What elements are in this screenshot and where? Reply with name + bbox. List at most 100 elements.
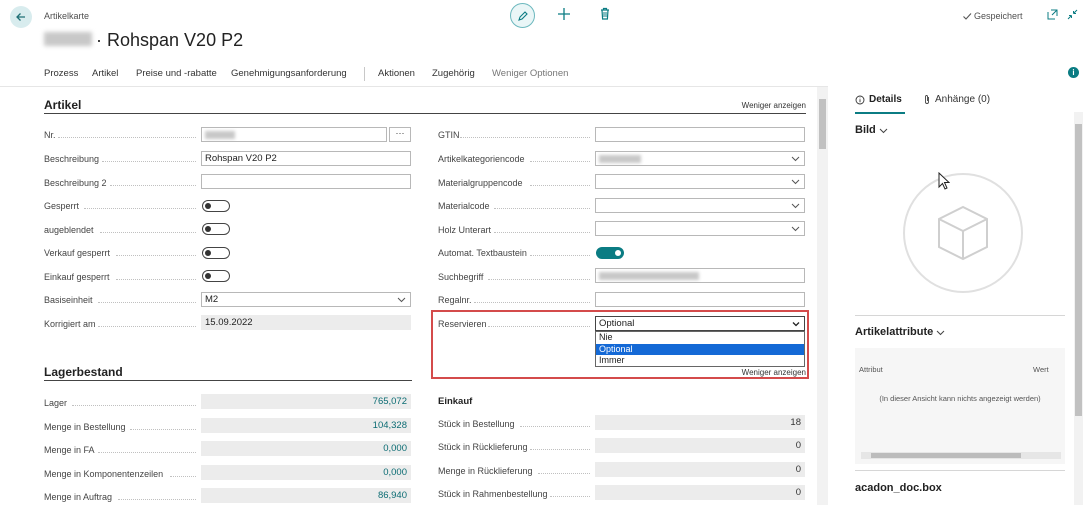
item-card-form: Artikel Weniger anzeigen Nr. ··· Beschre…	[0, 87, 815, 505]
leader-dots	[102, 161, 196, 162]
show-less-link[interactable]: Weniger anzeigen	[742, 101, 806, 110]
menge-bestellung-label: Menge in Bestellung	[44, 422, 126, 432]
attr-scroll-thumb[interactable]	[871, 453, 1021, 458]
menge-ruecklieferung-value: 0	[595, 462, 805, 477]
artikelkategorie-select[interactable]	[595, 151, 805, 166]
leader-dots	[488, 279, 590, 280]
menge-auftrag-value[interactable]: 86,940	[201, 488, 411, 503]
menge-auftrag-label: Menge in Auftrag	[44, 492, 113, 502]
nr-input[interactable]	[201, 127, 387, 142]
action-prozess[interactable]: Prozess	[44, 68, 78, 79]
pane-scroll-thumb[interactable]	[1075, 124, 1082, 416]
gesperrt-label: Gesperrt	[44, 201, 80, 211]
korrigiert-label: Korrigiert am	[44, 319, 96, 329]
verkauf-gesperrt-label: Verkauf gesperrt	[44, 248, 111, 258]
leader-dots	[494, 208, 590, 209]
mouse-cursor-icon	[938, 172, 950, 190]
item-picture-placeholder[interactable]	[903, 173, 1023, 293]
details-pane: Details Anhänge (0) Bild Artikelattribut…	[838, 84, 1085, 505]
section-title-artikel[interactable]: Artikel	[44, 98, 81, 112]
artikelattribute-header[interactable]: Artikelattribute	[855, 326, 945, 338]
delete-button[interactable]	[598, 6, 612, 22]
menge-ruecklieferung-label: Menge in Rücklieferung	[438, 466, 533, 476]
chevron-down-icon	[791, 156, 800, 162]
materialcode-select[interactable]	[595, 198, 805, 213]
leader-dots	[130, 429, 196, 430]
beschreibung-input[interactable]: Rohspan V20 P2	[201, 151, 411, 166]
blurred-value	[599, 272, 699, 280]
active-tab-indicator	[855, 112, 905, 114]
blurred-value	[599, 155, 641, 163]
edit-button[interactable]	[510, 3, 535, 28]
action-genehmigung[interactable]: Genehmigungsanforderung	[231, 68, 347, 79]
section-divider	[44, 380, 412, 381]
new-button[interactable]	[556, 6, 572, 22]
action-preise[interactable]: Preise und -rabatte	[136, 68, 217, 79]
menge-komponenten-label: Menge in Komponentenzeilen	[44, 469, 164, 479]
gesperrt-toggle[interactable]	[202, 200, 230, 212]
chevron-down-icon	[879, 128, 888, 133]
leader-dots	[170, 476, 196, 477]
docbox-header[interactable]: acadon_doc.box	[855, 482, 942, 494]
suchbegriff-input[interactable]	[595, 268, 805, 283]
pencil-icon	[517, 10, 528, 21]
main-scrollbar[interactable]	[817, 87, 828, 505]
leader-dots	[58, 137, 196, 138]
menge-fa-value[interactable]: 0,000	[201, 441, 411, 456]
lager-value[interactable]: 765,072	[201, 394, 411, 409]
tab-details[interactable]: Details	[855, 94, 902, 105]
materialgruppe-select[interactable]	[595, 174, 805, 189]
action-aktionen[interactable]: Aktionen	[378, 68, 415, 79]
leader-dots	[110, 185, 196, 186]
regalnr-input[interactable]	[595, 292, 805, 307]
collapse-button[interactable]	[1067, 9, 1078, 23]
stueck-bestellung-label: Stück in Bestellung	[438, 419, 515, 429]
menge-bestellung-value[interactable]: 104,328	[201, 418, 411, 433]
attr-hscrollbar[interactable]	[861, 452, 1061, 459]
chevron-down-icon	[791, 179, 800, 185]
leader-dots	[530, 449, 590, 450]
regalnr-label: Regalnr.	[438, 295, 472, 305]
stueck-ruecklieferung-value: 0	[595, 438, 805, 453]
stueck-bestellung-value: 18	[595, 415, 805, 430]
stueck-ruecklieferung-label: Stück in Rücklieferung	[438, 442, 528, 452]
info-icon[interactable]: i	[1068, 67, 1079, 78]
verkauf-gesperrt-toggle[interactable]	[202, 247, 230, 259]
main-scroll-thumb[interactable]	[819, 99, 826, 149]
tab-attachments[interactable]: Anhänge (0)	[923, 94, 990, 105]
beschreibung2-input[interactable]	[201, 174, 411, 189]
materialgruppe-label: Materialgruppencode	[438, 178, 523, 188]
ausgeblendet-toggle[interactable]	[202, 223, 230, 235]
blurred-item-number	[44, 32, 92, 46]
back-button[interactable]	[10, 6, 32, 28]
suchbegriff-label: Suchbegriff	[438, 272, 484, 282]
einkauf-gesperrt-toggle[interactable]	[202, 270, 230, 282]
nr-assist-button[interactable]: ···	[389, 127, 411, 142]
open-in-new-window-button[interactable]	[1047, 9, 1058, 23]
holz-select[interactable]	[595, 221, 805, 236]
beschreibung-label: Beschreibung	[44, 154, 100, 164]
tab-attachments-label: Anhänge (0)	[935, 94, 991, 105]
leader-dots	[494, 232, 590, 233]
checkmark-icon	[963, 13, 972, 20]
saved-status: Gespeichert	[962, 11, 1023, 21]
action-artikel[interactable]: Artikel	[92, 68, 118, 79]
basiseinheit-select[interactable]: M2	[201, 292, 411, 307]
gtin-input[interactable]	[595, 127, 805, 142]
page-header: Artikelkarte · Rohspan V20 P2 Gespeicher…	[0, 0, 1085, 64]
leader-dots	[100, 232, 196, 233]
stueck-rahmenbestellung-label: Stück in Rahmenbestellung	[438, 489, 548, 499]
bild-header[interactable]: Bild	[855, 124, 888, 136]
basiseinheit-value: M2	[205, 294, 219, 305]
section-title-lagerbestand[interactable]: Lagerbestand	[44, 365, 123, 379]
korrigiert-value: 15.09.2022	[201, 315, 411, 330]
pane-scrollbar[interactable]	[1074, 112, 1083, 505]
action-weniger-optionen[interactable]: Weniger Optionen	[492, 68, 568, 79]
action-zugehoerig[interactable]: Zugehörig	[432, 68, 475, 79]
chevron-down-icon	[397, 297, 406, 303]
textbaustein-toggle[interactable]	[596, 247, 624, 259]
menge-komponenten-value[interactable]: 0,000	[201, 465, 411, 480]
artikelkategorie-label: Artikelkategoriencode	[438, 154, 525, 164]
page-title: · Rohspan V20 P2	[96, 30, 244, 50]
leader-dots	[474, 302, 590, 303]
